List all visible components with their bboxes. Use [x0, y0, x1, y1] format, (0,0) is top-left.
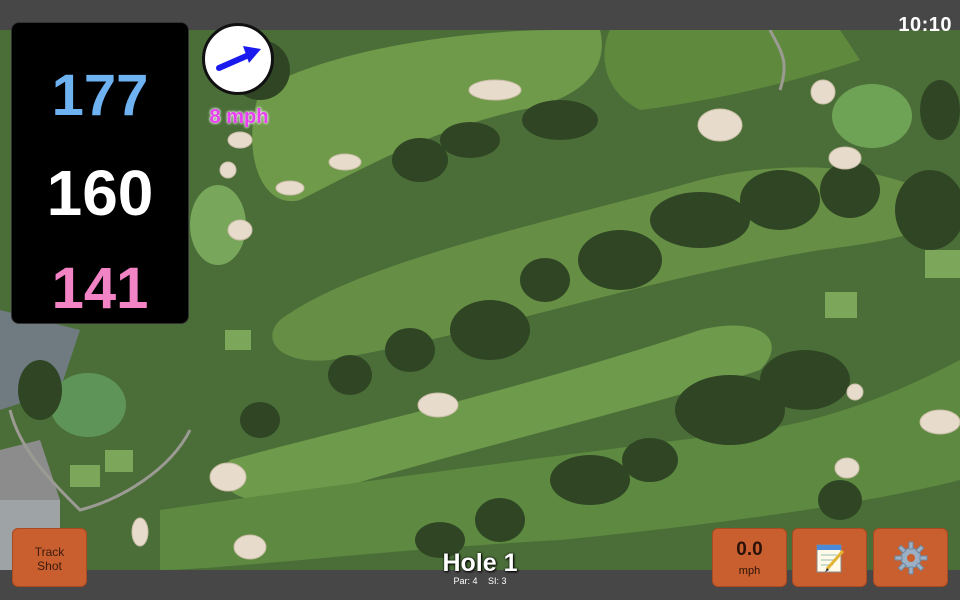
hole-title: Hole 1: [442, 549, 518, 577]
front-distance: 141: [51, 256, 149, 321]
settings-button[interactable]: [873, 528, 948, 587]
wind-direction-dial: [202, 23, 274, 95]
distance-panel: 177 160 141: [11, 22, 189, 324]
gear-icon: [894, 541, 928, 575]
track-shot-label-line2: Shot: [37, 559, 62, 573]
speed-unit: mph: [738, 565, 761, 577]
track-shot-label-line1: Track: [34, 545, 65, 559]
hole-par: Par: 4: [453, 576, 478, 586]
hole-info: Par: 4 SI: 3: [380, 576, 580, 586]
notepad-icon: [816, 544, 845, 573]
speed-button[interactable]: 0.0 mph: [712, 528, 787, 587]
track-shot-button[interactable]: Track Shot: [12, 528, 87, 587]
notes-button[interactable]: [792, 528, 867, 587]
speed-value: 0.0: [736, 539, 763, 560]
clock-time: 10:10: [898, 14, 952, 36]
wind-speed-label: 8 mph: [209, 106, 269, 128]
back-distance: 177: [51, 63, 149, 128]
hole-stroke-index: SI: 3: [488, 576, 507, 586]
middle-distance: 160: [46, 157, 154, 229]
wind-arrow-icon: [216, 46, 261, 71]
